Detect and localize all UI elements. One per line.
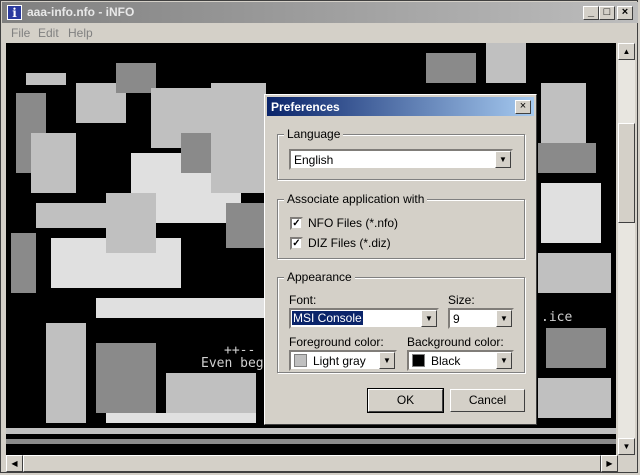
vertical-scrollbar[interactable]: ▲ ▼ — [618, 43, 635, 455]
scroll-left-arrow-icon[interactable]: ◀ — [6, 455, 23, 472]
nfo-text-tail: .ice — [541, 310, 573, 325]
ok-button[interactable]: OK — [367, 388, 444, 413]
chevron-down-icon[interactable]: ▼ — [379, 352, 395, 369]
cancel-button[interactable]: Cancel — [450, 389, 525, 412]
appearance-group: Appearance Font: MSI Console ▼ Size: 9 ▼… — [277, 270, 525, 373]
close-button[interactable]: × — [617, 6, 633, 20]
foreground-color-select[interactable]: Light gray ▼ — [289, 350, 397, 371]
scroll-down-arrow-icon[interactable]: ▼ — [618, 438, 635, 455]
foreground-color-label: Foreground color: — [289, 335, 384, 349]
diz-checkbox[interactable]: ✓ — [290, 237, 303, 250]
size-select[interactable]: 9 ▼ — [448, 308, 514, 329]
font-select[interactable]: MSI Console ▼ — [289, 308, 439, 329]
menu-edit[interactable]: Edit — [38, 26, 59, 40]
dialog-title: Preferences — [271, 100, 340, 114]
chevron-down-icon[interactable]: ▼ — [495, 151, 511, 168]
size-value: 9 — [453, 312, 460, 326]
vertical-scroll-thumb[interactable] — [618, 123, 635, 223]
foreground-color-value: Light gray — [313, 354, 366, 368]
scroll-right-arrow-icon[interactable]: ▶ — [601, 455, 618, 472]
chevron-down-icon[interactable]: ▼ — [421, 310, 437, 327]
menu-help[interactable]: Help — [68, 26, 93, 40]
size-label: Size: — [448, 293, 475, 307]
chevron-down-icon[interactable]: ▼ — [496, 352, 512, 369]
font-label: Font: — [289, 293, 317, 307]
nfo-checkbox[interactable]: ✓ — [290, 217, 303, 230]
horizontal-scroll-thumb[interactable] — [23, 455, 601, 472]
window-title: aaa-info.nfo - iNFO — [27, 5, 135, 19]
nfo-checkbox-label[interactable]: NFO Files (*.nfo) — [308, 216, 398, 230]
diz-checkbox-label[interactable]: DIZ Files (*.diz) — [308, 236, 391, 250]
chevron-down-icon[interactable]: ▼ — [496, 310, 512, 327]
menu-file[interactable]: File — [11, 26, 30, 40]
language-select[interactable]: English ▼ — [289, 149, 513, 170]
background-color-select[interactable]: Black ▼ — [407, 350, 514, 371]
language-value: English — [294, 153, 334, 167]
language-legend: Language — [284, 127, 344, 141]
associate-legend: Associate application with — [284, 192, 428, 206]
foreground-swatch — [294, 354, 307, 367]
background-swatch — [412, 354, 425, 367]
minimize-button[interactable]: _ — [583, 6, 599, 20]
maximize-button[interactable]: □ — [599, 6, 615, 20]
title-bar[interactable]: i aaa-info.nfo - iNFO _ □ × — [2, 2, 638, 23]
dialog-title-bar[interactable]: Preferences × — [267, 97, 534, 116]
size-grip[interactable] — [618, 455, 635, 472]
associate-group: Associate application with ✓ NFO Files (… — [277, 192, 525, 259]
background-color-label: Background color: — [407, 335, 504, 349]
preferences-dialog: Preferences × Language English ▼ Associa… — [264, 94, 537, 425]
language-group: Language English ▼ — [277, 127, 525, 180]
nfo-text-line-2: Even beg — [201, 356, 264, 371]
menu-bar: File Edit Help — [2, 23, 638, 43]
appearance-legend: Appearance — [284, 270, 355, 284]
horizontal-scrollbar[interactable]: ◀ ▶ — [6, 455, 618, 472]
dialog-close-button[interactable]: × — [515, 100, 531, 114]
scroll-up-arrow-icon[interactable]: ▲ — [618, 43, 635, 60]
info-i-icon[interactable]: i — [7, 5, 22, 20]
background-color-value: Black — [431, 354, 461, 368]
font-value: MSI Console — [292, 311, 363, 325]
